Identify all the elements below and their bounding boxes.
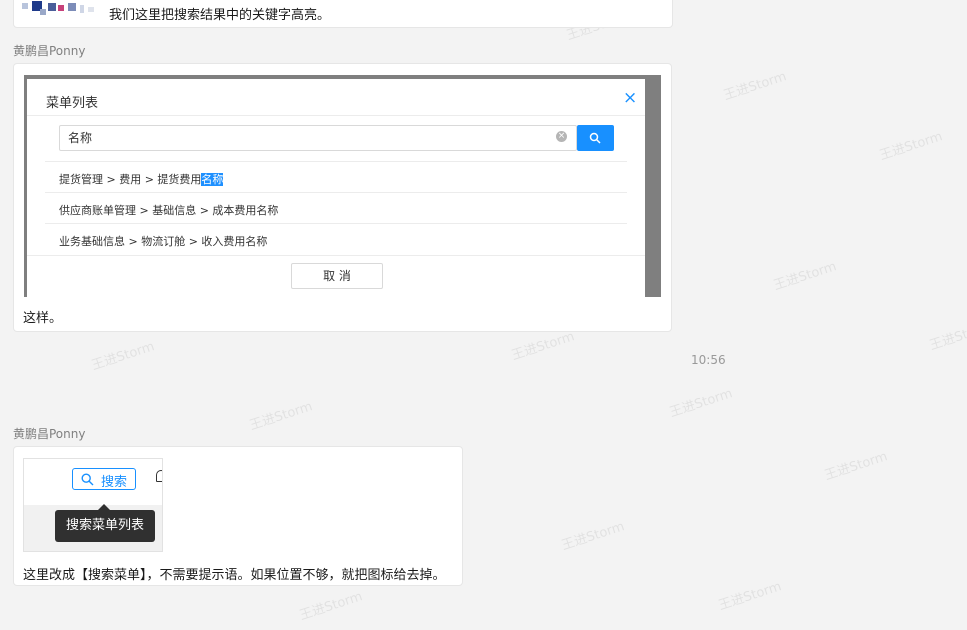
watermark: 王进Storm bbox=[771, 259, 839, 294]
search-icon bbox=[589, 132, 601, 144]
watermark: 王进Storm bbox=[559, 519, 627, 554]
watermark: 王进Storm bbox=[927, 319, 967, 354]
divider bbox=[27, 255, 645, 256]
watermark: 王进Storm bbox=[822, 449, 890, 484]
menu-list-dialog: 菜单列表 × × 提货管理 > 费用 > 提货费用名称 供应商账单管理 > 基础… bbox=[27, 79, 645, 297]
watermark: 王进Storm bbox=[247, 399, 315, 434]
result-path: 业务基础信息 > 物流订舱 > 收入费用名称 bbox=[59, 235, 268, 248]
sender-name: 黄鹏昌Ponny bbox=[13, 44, 86, 58]
close-icon[interactable]: × bbox=[623, 88, 637, 108]
search-field[interactable]: × bbox=[59, 125, 577, 151]
watermark: 王进Storm bbox=[297, 589, 365, 624]
result-row[interactable]: 供应商账单管理 > 基础信息 > 成本费用名称 bbox=[45, 192, 627, 224]
watermark: 王进Storm bbox=[667, 386, 735, 421]
message-timestamp: 10:56 bbox=[691, 353, 726, 367]
search-input[interactable] bbox=[68, 129, 548, 146]
dialog-title: 菜单列表 bbox=[46, 96, 99, 111]
search-button[interactable]: 搜索 bbox=[72, 468, 136, 490]
message-bubble: 我们这里把搜索结果中的关键字高亮。 bbox=[13, 0, 673, 28]
watermark: 王进Storm bbox=[877, 129, 945, 164]
watermark: 王进Storm bbox=[716, 579, 784, 614]
cancel-button[interactable]: 取 消 bbox=[291, 263, 383, 289]
result-row[interactable]: 提货管理 > 费用 > 提货费用名称 bbox=[45, 161, 627, 193]
message-bubble: 搜索 搜索菜单列表 这里改成【搜索菜单】，不需要提示语。如果位置不够，就把图标给… bbox=[13, 446, 463, 586]
search-button[interactable] bbox=[577, 125, 614, 151]
message-bubble: 菜单列表 × × 提货管理 > 费用 > 提货费用名称 供应商账单管理 > 基础… bbox=[13, 63, 672, 332]
bell-icon[interactable] bbox=[156, 470, 162, 482]
result-path: 供应商账单管理 > 基础信息 > 成本费用名称 bbox=[59, 204, 279, 217]
clear-icon[interactable]: × bbox=[556, 131, 567, 142]
watermark: 王进Storm bbox=[721, 69, 789, 104]
highlighted-keyword: 名称 bbox=[201, 173, 224, 186]
message-text: 这样。 bbox=[23, 311, 63, 326]
search-button-label: 搜索 bbox=[101, 475, 128, 490]
screenshot-image[interactable]: 搜索 搜索菜单列表 bbox=[23, 458, 163, 552]
sender-name: 黄鹏昌Ponny bbox=[13, 427, 86, 441]
watermark: 王进Storm bbox=[89, 339, 157, 374]
pixelated-image bbox=[22, 1, 106, 17]
screenshot-image[interactable]: 菜单列表 × × 提货管理 > 费用 > 提货费用名称 供应商账单管理 > 基础… bbox=[24, 75, 661, 297]
result-path: 提货管理 > 费用 > 提货费用 bbox=[59, 173, 202, 186]
tooltip: 搜索菜单列表 bbox=[55, 510, 155, 542]
message-text: 这里改成【搜索菜单】，不需要提示语。如果位置不够，就把图标给去掉。 bbox=[23, 568, 446, 583]
message-text: 我们这里把搜索结果中的关键字高亮。 bbox=[109, 8, 331, 23]
search-icon bbox=[81, 473, 94, 486]
result-row[interactable]: 业务基础信息 > 物流订舱 > 收入费用名称 bbox=[45, 223, 627, 255]
divider bbox=[27, 115, 645, 116]
